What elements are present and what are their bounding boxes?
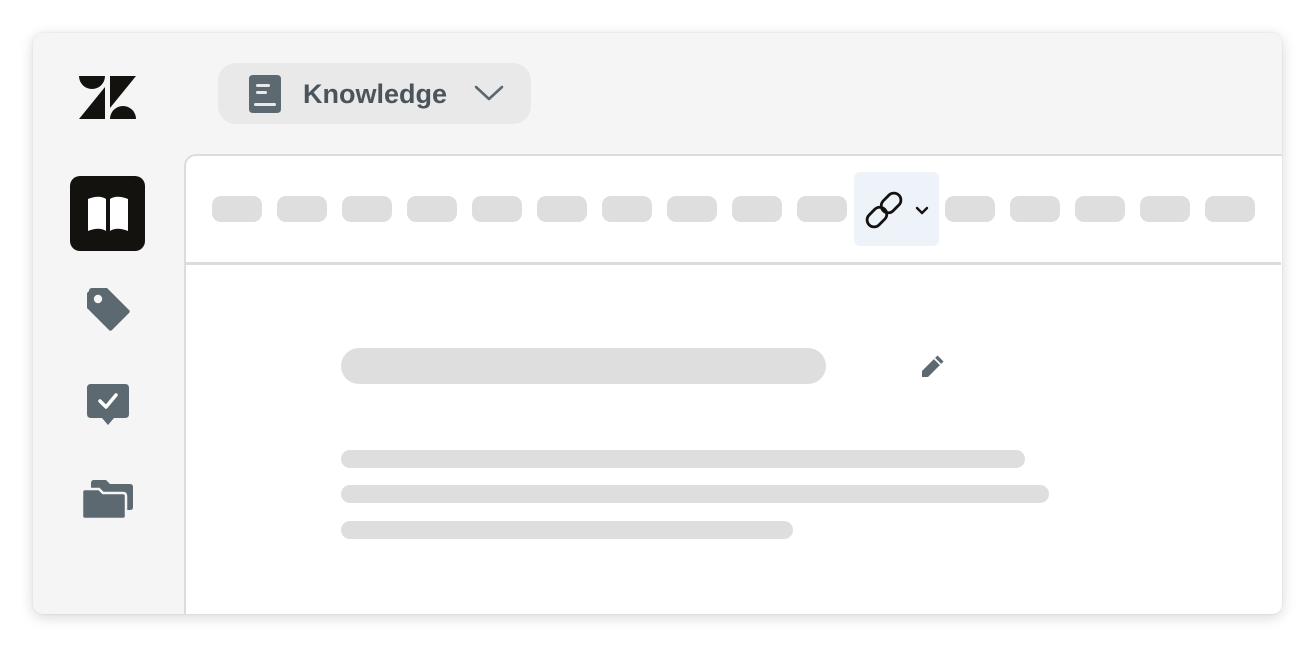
toolbar-button[interactable] <box>732 196 782 222</box>
toolbar-button[interactable] <box>277 196 327 222</box>
toolbar-button[interactable] <box>667 196 717 222</box>
toolbar-button[interactable] <box>797 196 847 222</box>
product-switcher-label: Knowledge <box>303 79 448 109</box>
toolbar-button[interactable] <box>212 196 262 222</box>
chevron-down-icon <box>915 203 929 221</box>
sidebar-item-labels[interactable] <box>70 271 145 346</box>
pencil-icon[interactable] <box>917 352 947 387</box>
article-body-line-placeholder <box>341 485 1049 503</box>
article-content <box>186 265 1281 614</box>
toolbar-button[interactable] <box>407 196 457 222</box>
article-title-placeholder <box>341 348 826 384</box>
toolbar-button[interactable] <box>1075 196 1125 222</box>
article-body-line-placeholder <box>341 450 1025 468</box>
product-switcher[interactable]: Knowledge <box>218 63 531 124</box>
toolbar-button[interactable] <box>342 196 392 222</box>
article-body-line-placeholder <box>341 521 793 539</box>
article-editor <box>184 154 1282 614</box>
sidebar <box>33 33 183 614</box>
book-icon <box>249 75 281 118</box>
toolbar-button[interactable] <box>1205 196 1255 222</box>
insert-link-button[interactable] <box>854 172 939 246</box>
checkmark-chat-icon <box>86 383 129 425</box>
open-book-icon <box>87 196 128 231</box>
toolbar-button[interactable] <box>1140 196 1190 222</box>
toolbar-button[interactable] <box>472 196 522 222</box>
editor-toolbar <box>186 156 1281 265</box>
sidebar-item-content-management[interactable] <box>70 461 145 536</box>
app-window: Knowledge <box>33 33 1282 614</box>
toolbar-button[interactable] <box>945 196 995 222</box>
sidebar-item-knowledge[interactable] <box>70 176 145 251</box>
sidebar-item-approvals[interactable] <box>70 366 145 441</box>
link-icon <box>861 187 907 238</box>
chevron-down-icon <box>474 83 504 108</box>
zendesk-logo[interactable] <box>79 76 136 119</box>
toolbar-button[interactable] <box>537 196 587 222</box>
tag-icon <box>86 287 130 331</box>
toolbar-button[interactable] <box>1010 196 1060 222</box>
toolbar-button[interactable] <box>602 196 652 222</box>
folders-icon <box>81 479 133 520</box>
